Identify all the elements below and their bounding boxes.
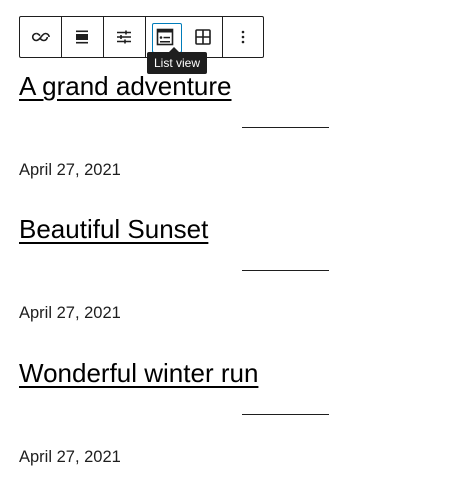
post-item: Wonderful winter run April 27, 2021 xyxy=(19,357,459,466)
post-separator xyxy=(242,270,329,271)
post-date: April 27, 2021 xyxy=(19,448,121,466)
query-loop-button[interactable] xyxy=(20,17,61,57)
align-icon xyxy=(76,30,89,44)
more-options-button[interactable] xyxy=(223,17,263,57)
grid-view-icon xyxy=(195,29,212,45)
post-separator xyxy=(242,414,329,415)
post-separator xyxy=(242,127,329,128)
list-view-button[interactable] xyxy=(146,17,185,57)
display-settings-button[interactable] xyxy=(104,17,145,57)
grid-view-button[interactable] xyxy=(185,17,222,57)
list-view-icon xyxy=(157,28,174,46)
post-title-link[interactable]: Wonderful winter run xyxy=(19,357,258,389)
editor-canvas: List view A grand adventure April 27, 20… xyxy=(0,0,474,493)
post-title-link[interactable]: A grand adventure xyxy=(19,70,232,102)
post-item: Beautiful Sunset April 27, 2021 xyxy=(19,213,459,322)
align-button[interactable] xyxy=(62,17,103,57)
more-options-icon xyxy=(241,30,245,44)
loop-icon xyxy=(32,32,51,42)
post-date: April 27, 2021 xyxy=(19,304,121,322)
sliders-icon xyxy=(117,30,132,44)
post-item: A grand adventure April 27, 2021 xyxy=(19,70,459,179)
post-title-link[interactable]: Beautiful Sunset xyxy=(19,213,208,245)
block-toolbar xyxy=(19,16,264,58)
post-date: April 27, 2021 xyxy=(19,161,121,179)
